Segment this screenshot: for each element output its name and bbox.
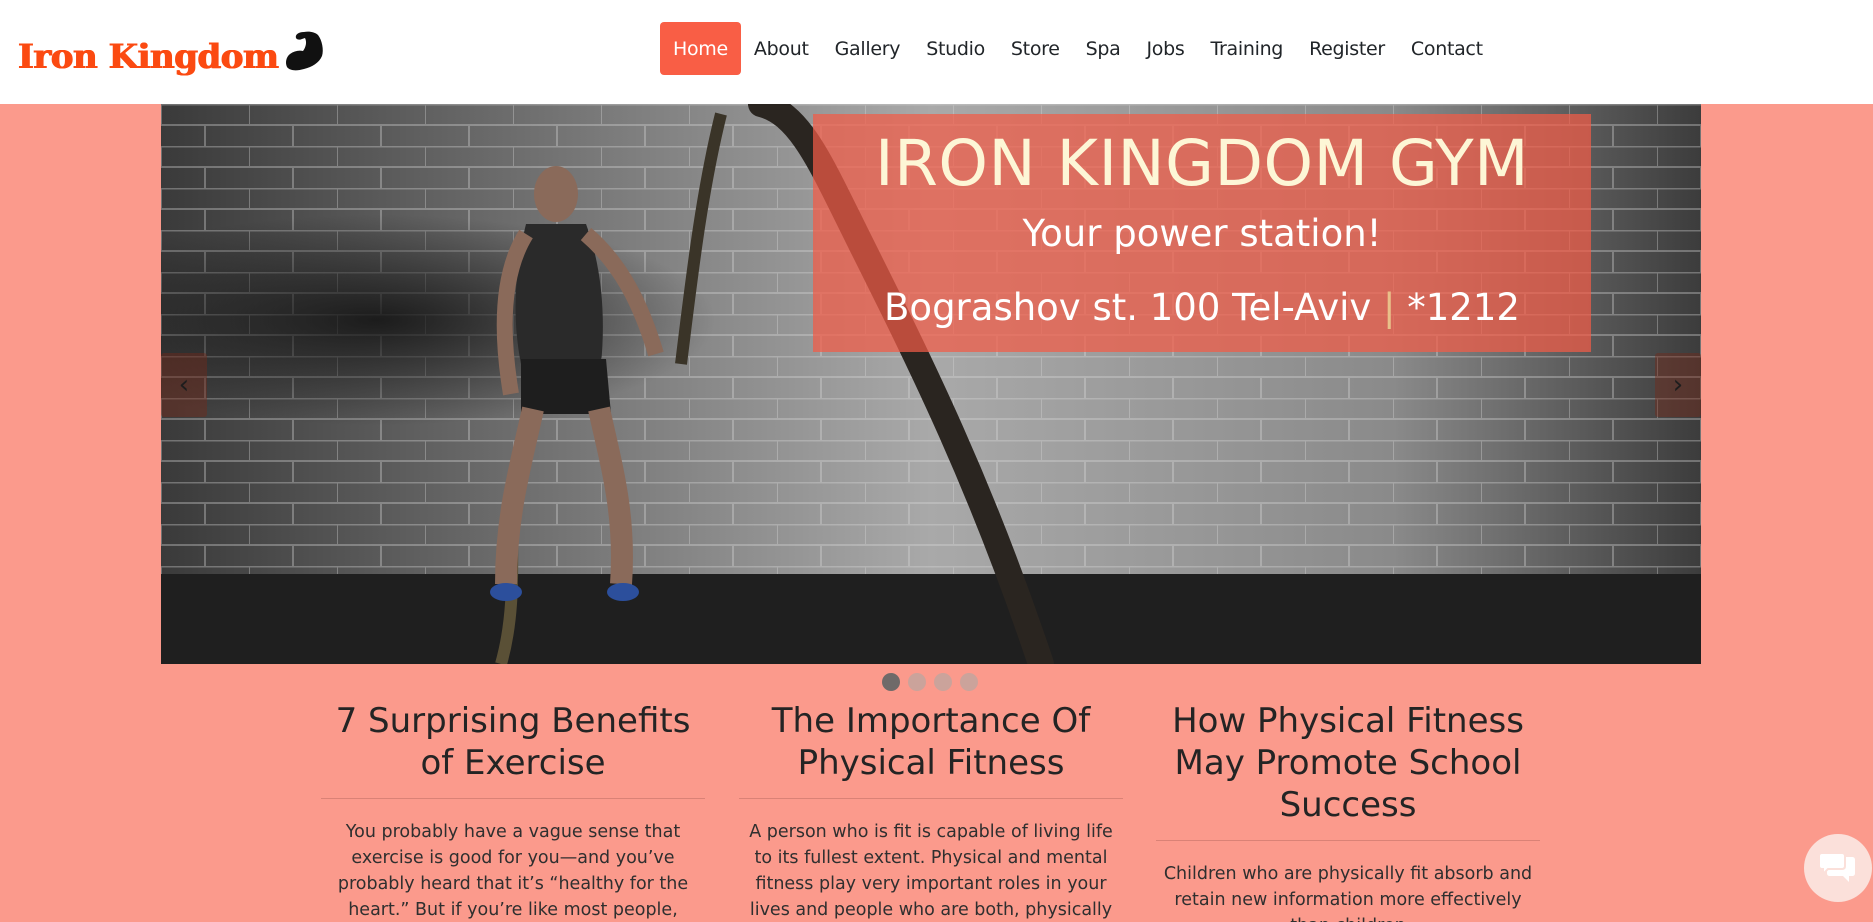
hero-address: Bograshov st. 100 Tel-Aviv xyxy=(884,286,1372,329)
hero-title: IRON KINGDOM GYM xyxy=(875,127,1529,200)
article-title[interactable]: The Importance Of Physical Fitness xyxy=(739,700,1123,799)
carousel-indicator-3[interactable] xyxy=(934,673,952,691)
article-card: 7 Surprising Benefits of Exercise You pr… xyxy=(320,700,706,922)
brand-name: Iron Kingdom xyxy=(18,37,279,77)
nav-item-store[interactable]: Store xyxy=(998,22,1073,75)
carousel-next-button[interactable]: › xyxy=(1655,353,1701,417)
nav-item-about[interactable]: About xyxy=(741,22,822,75)
chat-button[interactable] xyxy=(1804,834,1872,902)
carousel-prev-button[interactable]: ‹ xyxy=(161,353,207,417)
article-excerpt: Children who are physically fit absorb a… xyxy=(1163,864,1533,922)
carousel-indicator-4[interactable] xyxy=(960,673,978,691)
nav-item-register[interactable]: Register xyxy=(1296,22,1398,75)
hero-separator: | xyxy=(1383,286,1396,329)
chevron-left-icon: ‹ xyxy=(178,370,190,400)
nav-item-jobs[interactable]: Jobs xyxy=(1134,22,1198,75)
nav-item-home[interactable]: Home xyxy=(660,22,741,75)
hero-phone[interactable]: *1212 xyxy=(1407,286,1520,329)
article-excerpt: A person who is fit is capable of living… xyxy=(749,822,1113,920)
carousel-indicator-2[interactable] xyxy=(908,673,926,691)
main-nav: Home About Gallery Studio Store Spa Jobs… xyxy=(660,22,1496,75)
site-header: Iron Kingdom Home About Gallery Studio S… xyxy=(0,0,1873,104)
nav-item-spa[interactable]: Spa xyxy=(1073,22,1134,75)
chevron-right-icon: › xyxy=(1672,370,1684,400)
hero-caption: IRON KINGDOM GYM Your power station! Bog… xyxy=(813,114,1591,352)
article-card: The Importance Of Physical Fitness A per… xyxy=(738,700,1124,922)
nav-item-studio[interactable]: Studio xyxy=(913,22,998,75)
article-title[interactable]: 7 Surprising Benefits of Exercise xyxy=(321,700,705,799)
article-excerpt: You probably have a vague sense that exe… xyxy=(337,822,689,920)
site-logo[interactable]: Iron Kingdom xyxy=(18,22,324,78)
hero-address-line: Bograshov st. 100 Tel-Aviv | *1212 xyxy=(813,286,1591,330)
nav-item-contact[interactable]: Contact xyxy=(1398,22,1496,75)
nav-item-training[interactable]: Training xyxy=(1198,22,1297,75)
chat-bubbles-icon xyxy=(1818,852,1855,882)
hero-carousel: IRON KINGDOM GYM Your power station! Bog… xyxy=(161,104,1701,664)
carousel-indicator-1[interactable] xyxy=(882,673,900,691)
nav-item-gallery[interactable]: Gallery xyxy=(822,22,914,75)
flexed-biceps-icon xyxy=(286,31,324,71)
article-title[interactable]: How Physical Fitness May Promote School … xyxy=(1156,700,1540,841)
hero-subtitle: Your power station! xyxy=(1022,212,1382,255)
carousel-indicators xyxy=(882,673,978,691)
article-card: How Physical Fitness May Promote School … xyxy=(1155,700,1541,922)
